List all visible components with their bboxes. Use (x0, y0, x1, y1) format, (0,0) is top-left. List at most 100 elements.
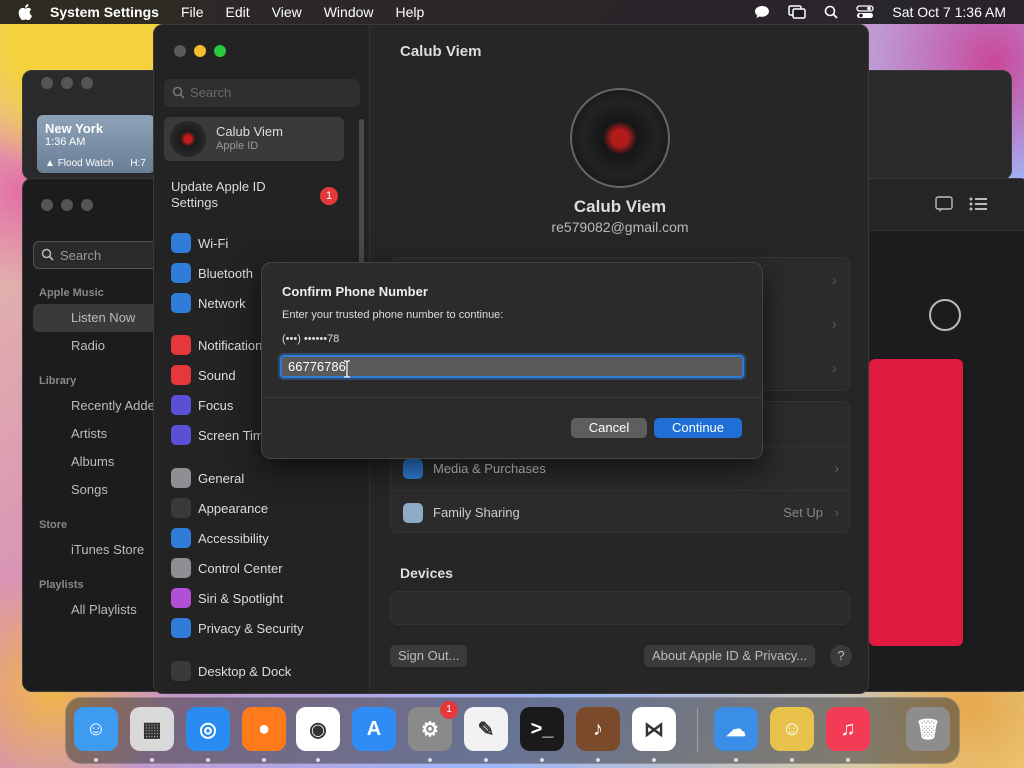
settings-search-field[interactable]: Search (164, 79, 360, 107)
dock-app-app-store[interactable]: A (352, 707, 396, 751)
dock-app-terminal[interactable]: >_ (520, 707, 564, 751)
weather-time: 1:36 AM (45, 136, 86, 148)
cancel-button[interactable]: Cancel (571, 418, 647, 438)
sidebar-item-network[interactable]: Network (171, 292, 246, 314)
sign-out-button[interactable]: Sign Out... (390, 645, 468, 667)
sidebar-item-focus[interactable]: Focus (171, 394, 233, 416)
profile-name: Calub Viem (573, 197, 667, 216)
sidebar-item-all-playlists[interactable]: All Playlists (71, 602, 137, 617)
close-button[interactable] (41, 77, 53, 89)
traffic-lights (174, 45, 226, 57)
chat-bubble-icon[interactable] (754, 4, 770, 20)
menu-edit[interactable]: Edit (226, 4, 250, 20)
minimize-button[interactable] (194, 45, 206, 57)
help-button[interactable]: ? (830, 645, 852, 667)
running-indicator (94, 758, 98, 762)
warning-icon: ▲ (45, 158, 55, 169)
sidebar-item-screen-time[interactable]: Screen Time (171, 424, 271, 446)
account-avatar-icon[interactable] (929, 299, 961, 331)
sidebar-item-accessibility[interactable]: Accessibility (171, 527, 269, 549)
sidebar-item-songs[interactable]: Songs (71, 482, 108, 497)
sidebar-item-sound[interactable]: Sound (171, 364, 236, 386)
running-indicator (428, 758, 432, 762)
dock-app-garageband[interactable]: ♪ (576, 707, 620, 751)
dock-app-finder[interactable]: ☺ (74, 707, 118, 751)
menu-window[interactable]: Window (324, 4, 374, 20)
sidebar-item-label: General (198, 470, 245, 486)
firefox-icon: ● (257, 717, 271, 740)
sidebar-item-apple-id[interactable]: Calub Viem Apple ID (164, 117, 344, 161)
wifi-icon (171, 233, 191, 253)
bell-icon (171, 335, 191, 355)
sidebar-item-label: Sound (198, 367, 236, 383)
running-indicator (734, 758, 738, 762)
profile-avatar[interactable] (570, 88, 670, 188)
sidebar-item-general[interactable]: General (171, 467, 244, 489)
family-sharing-value: Set Up (783, 505, 823, 520)
menu-view[interactable]: View (272, 4, 302, 20)
minimize-button[interactable] (61, 77, 73, 89)
sidebar-item-itunes-store[interactable]: iTunes Store (71, 542, 144, 557)
profile-email: re579082@gmail.com (551, 219, 689, 235)
dock-app-launchpad[interactable]: ▦ (130, 707, 174, 751)
sidebar-item-siri-spotlight[interactable]: Siri & Spotlight (171, 587, 283, 609)
chevron-right-icon: › (831, 360, 837, 377)
sidebar-item-desktop-dock[interactable]: Desktop & Dock (171, 660, 291, 682)
screen-mirroring-icon[interactable] (788, 5, 807, 19)
about-apple-id-button[interactable]: About Apple ID & Privacy... (644, 645, 816, 667)
system-settings-icon: ⚙ (421, 718, 439, 741)
music-search-field[interactable]: Search (33, 241, 163, 269)
lyrics-icon[interactable] (935, 196, 953, 212)
dock-app-textedit[interactable]: ✎ (464, 707, 508, 751)
dock-app-chrome[interactable]: ◉ (296, 707, 340, 751)
running-indicator (652, 758, 656, 762)
sidebar-item-privacy-security[interactable]: Privacy & Security (171, 617, 303, 639)
app-store-icon: A (366, 717, 382, 740)
dock-app-trash[interactable]: 🗑 (906, 707, 950, 751)
sidebar-item-recently-added[interactable]: Recently Adde (71, 398, 155, 413)
menu-help[interactable]: Help (396, 4, 425, 20)
update-apple-id-settings[interactable]: Update Apple ID Settings (171, 179, 291, 211)
sidebar-item-bluetooth[interactable]: Bluetooth (171, 262, 253, 284)
sidebar-item-wi-fi[interactable]: Wi-Fi (171, 232, 228, 254)
family-sharing-row[interactable]: Family Sharing Set Up › (391, 490, 851, 534)
sidebar-item-artists[interactable]: Artists (71, 426, 107, 441)
sidebar-item-control-center[interactable]: Control Center (171, 557, 283, 579)
queue-list-icon[interactable] (969, 197, 987, 211)
dock-divider (697, 708, 698, 752)
sidebar-item-notifications[interactable]: Notifications (171, 334, 269, 356)
account-name: Calub Viem (216, 124, 283, 139)
family-icon (403, 502, 423, 523)
speaker-icon (171, 365, 191, 385)
control-center-icon[interactable] (856, 5, 875, 19)
close-button[interactable] (174, 45, 186, 57)
dock-app-ventrilo[interactable]: ☺ (770, 707, 814, 751)
continue-button[interactable]: Continue (654, 418, 742, 438)
sidebar-item-albums[interactable]: Albums (71, 454, 114, 469)
running-indicator (596, 758, 600, 762)
sidebar-item-appearance[interactable]: Appearance (171, 497, 268, 519)
trash-icon: 🗑 (915, 718, 941, 741)
sidebar-item-radio[interactable]: Radio (71, 338, 105, 353)
sidebar-item-label: Appearance (198, 500, 269, 516)
dock-app-weather[interactable]: ☁ (714, 707, 758, 751)
dock-app-safari[interactable]: ◎ (186, 707, 230, 751)
dock-app-music[interactable]: ♫ (826, 707, 870, 751)
menu-bar: System Settings File Edit View Window He… (0, 0, 1024, 24)
running-indicator (484, 758, 488, 762)
zoom-button[interactable] (81, 77, 93, 89)
menu-app-name[interactable]: System Settings (50, 4, 159, 20)
music-artwork[interactable] (869, 359, 963, 646)
search-icon[interactable] (824, 5, 839, 19)
sidebar-item-listen-now[interactable]: Listen Now (71, 310, 135, 325)
running-indicator (206, 758, 210, 762)
menu-file[interactable]: File (181, 4, 204, 20)
dock-app-vs-code[interactable]: ⋈ (632, 707, 676, 751)
zoom-button[interactable] (214, 45, 226, 57)
menubar-clock[interactable]: Sat Oct 7 1:36 AM (892, 4, 1006, 20)
weather-location-card[interactable]: New York 1:36 AM ▲ Flood Watch H:7 (37, 115, 155, 173)
chevron-right-icon: › (831, 316, 837, 333)
text-cursor-icon (343, 360, 351, 378)
dock-app-firefox[interactable]: ● (242, 707, 286, 751)
apple-logo-icon[interactable] (18, 3, 36, 21)
